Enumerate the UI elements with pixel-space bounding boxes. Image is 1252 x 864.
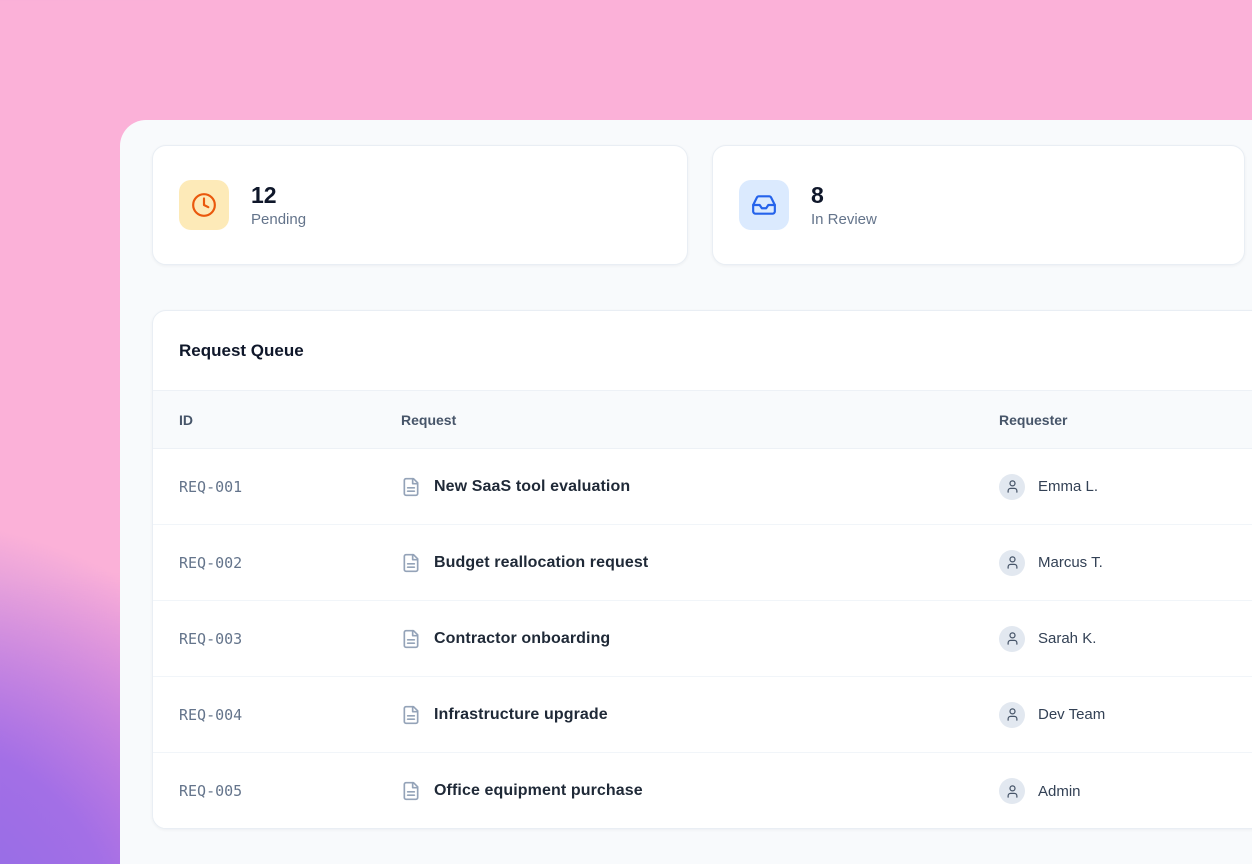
request-id: REQ-003: [179, 630, 401, 648]
user-icon: [1005, 784, 1020, 799]
stat-icon-badge: [179, 180, 229, 230]
request-id: REQ-005: [179, 782, 401, 800]
user-icon: [1005, 631, 1020, 646]
file-text-icon: [401, 781, 421, 801]
file-text-icon: [401, 629, 421, 649]
table-row[interactable]: REQ-004 Infrastructure upgrade Dev Team: [153, 677, 1252, 753]
requester-name: Marcus T.: [1038, 554, 1103, 571]
table-header-row: ID Request Requester: [153, 391, 1252, 449]
request-title: Budget reallocation request: [434, 554, 648, 572]
user-icon: [1005, 707, 1020, 722]
request-queue-card: Request Queue ID Request Requester REQ-0…: [152, 310, 1252, 829]
avatar: [999, 778, 1025, 804]
request-title: New SaaS tool evaluation: [434, 478, 630, 496]
table-row[interactable]: REQ-002 Budget reallocation request Marc…: [153, 525, 1252, 601]
request-id: REQ-001: [179, 478, 401, 496]
table-title: Request Queue: [179, 341, 304, 361]
clock-icon: [191, 192, 217, 218]
stat-text: 12 Pending: [251, 182, 306, 228]
stat-card-pending: 12 Pending: [152, 145, 688, 265]
table-row[interactable]: REQ-001 New SaaS tool evaluation Emma L.: [153, 449, 1252, 525]
requester-name: Dev Team: [1038, 706, 1105, 723]
main-panel: 12 Pending 8 In Review Request Queue ID …: [120, 120, 1252, 864]
user-icon: [1005, 555, 1020, 570]
request-title: Office equipment purchase: [434, 782, 643, 800]
stat-text: 8 In Review: [811, 182, 877, 228]
avatar: [999, 474, 1025, 500]
stat-value: 8: [811, 182, 877, 208]
file-text-icon: [401, 553, 421, 573]
column-header-requester: Requester: [999, 412, 1252, 428]
table-row[interactable]: REQ-005 Office equipment purchase Admin: [153, 753, 1252, 829]
column-header-id: ID: [179, 412, 401, 428]
requester-name: Emma L.: [1038, 478, 1098, 495]
request-title: Contractor onboarding: [434, 630, 610, 648]
column-header-request: Request: [401, 412, 999, 428]
avatar: [999, 702, 1025, 728]
inbox-icon: [751, 192, 777, 218]
file-text-icon: [401, 477, 421, 497]
table-row[interactable]: REQ-003 Contractor onboarding Sarah K.: [153, 601, 1252, 677]
requester-name: Admin: [1038, 783, 1081, 800]
table-title-row: Request Queue: [153, 311, 1252, 391]
user-icon: [1005, 479, 1020, 494]
stat-icon-badge: [739, 180, 789, 230]
stat-label: Pending: [251, 211, 306, 228]
avatar: [999, 626, 1025, 652]
stat-label: In Review: [811, 211, 877, 228]
request-id: REQ-004: [179, 706, 401, 724]
stat-card-in-review: 8 In Review: [712, 145, 1245, 265]
avatar: [999, 550, 1025, 576]
request-id: REQ-002: [179, 554, 401, 572]
stat-value: 12: [251, 182, 306, 208]
request-title: Infrastructure upgrade: [434, 706, 608, 724]
file-text-icon: [401, 705, 421, 725]
requester-name: Sarah K.: [1038, 630, 1096, 647]
